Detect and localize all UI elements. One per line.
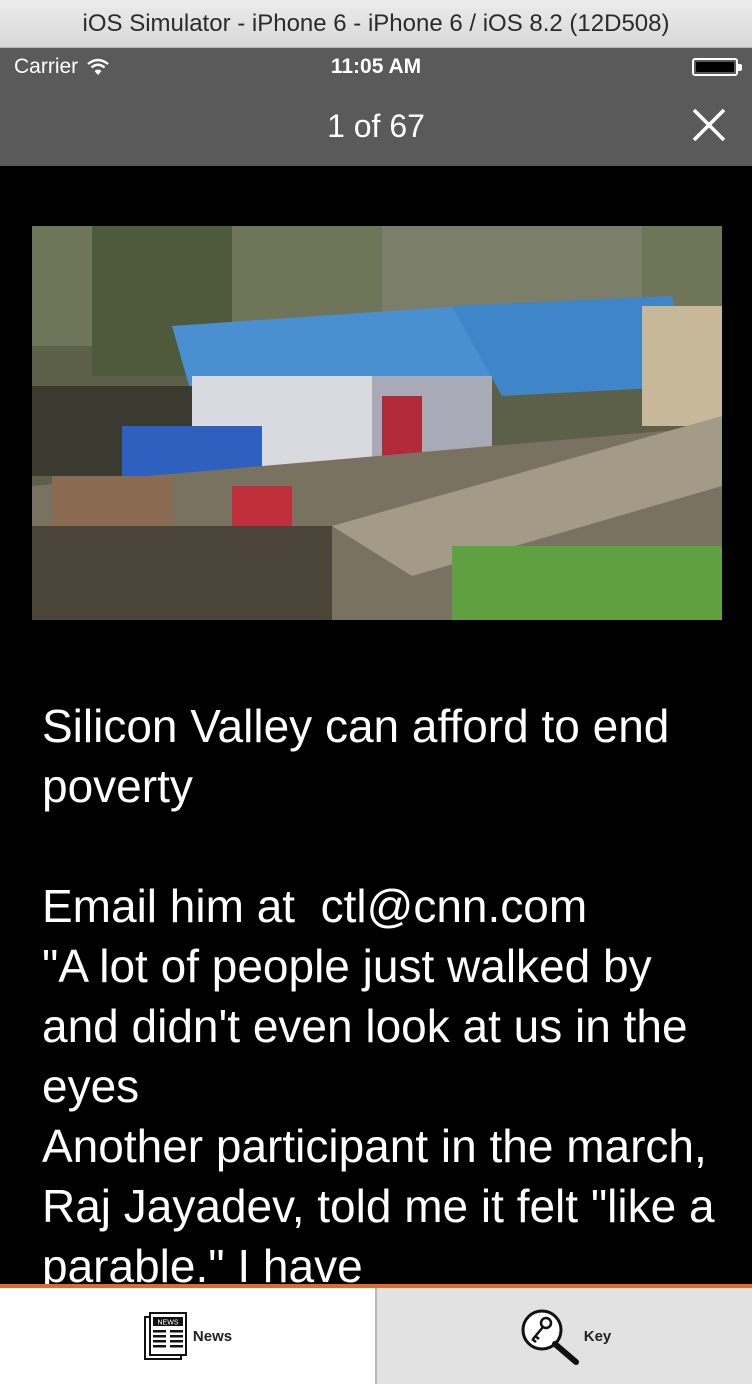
- tab-key[interactable]: Key: [377, 1288, 752, 1384]
- close-button[interactable]: [684, 100, 734, 150]
- tab-bar: NEWS News Key: [0, 1284, 752, 1384]
- window-title: iOS Simulator - iPhone 6 - iPhone 6 / iO…: [82, 9, 670, 37]
- page-counter: 1 of 67: [327, 108, 425, 144]
- tab-news-label: News: [192, 1327, 233, 1345]
- simulator-title-bar: iOS Simulator - iPhone 6 - iPhone 6 / iO…: [0, 0, 752, 48]
- phone-screen: Carrier 11:05 AM 1 of 67 Silicon Valley …: [0, 48, 752, 1384]
- article-image: [32, 226, 722, 620]
- article-content[interactable]: Silicon Valley can afford to end poverty…: [0, 166, 752, 1284]
- navigation-bar: 1 of 67: [0, 86, 752, 166]
- status-time: 11:05 AM: [330, 55, 422, 78]
- status-bar: Carrier 11:05 AM: [0, 48, 752, 86]
- key-magnifier-icon: [521, 1309, 579, 1365]
- newspaper-icon: NEWS: [143, 1312, 187, 1360]
- newspaper-icon-text: NEWS: [157, 1320, 178, 1327]
- battery-icon: [692, 58, 742, 76]
- close-icon: [692, 108, 726, 142]
- tab-news[interactable]: NEWS News: [0, 1288, 377, 1384]
- article-body-text: Silicon Valley can afford to end poverty…: [42, 700, 715, 1284]
- article-photo: [32, 226, 722, 620]
- tab-key-label: Key: [583, 1327, 612, 1345]
